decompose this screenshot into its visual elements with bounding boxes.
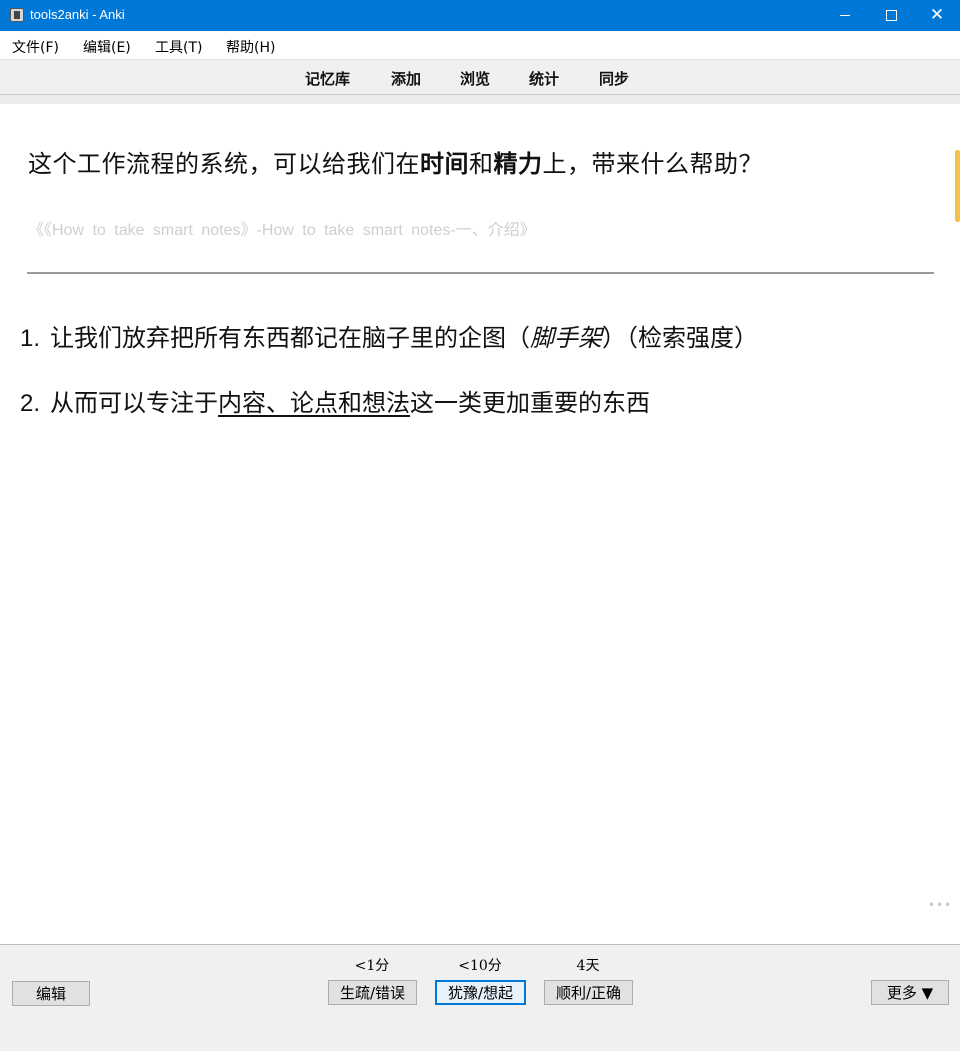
card-question: 这个工作流程的系统，可以给我们在时间和精力上，带来什么帮助？ — [28, 144, 763, 179]
ease-hard-button[interactable]: 犹豫/想起 — [435, 980, 526, 1005]
edit-button[interactable]: 编辑 — [12, 981, 90, 1006]
minimize-icon — [840, 15, 850, 16]
minimize-button[interactable] — [822, 0, 868, 31]
answer-text: 从而可以专注于 — [50, 389, 219, 417]
card-view: 这个工作流程的系统，可以给我们在时间和精力上，带来什么帮助？ 《《How to … — [0, 104, 960, 944]
question-text-2: 和 — [469, 150, 494, 178]
answer-divider — [27, 272, 934, 274]
maximize-button[interactable] — [868, 0, 914, 31]
anki-app-icon — [10, 8, 24, 22]
review-bottom-bar: 编辑 <1分 <10分 4天 生疏/错误 犹豫/想起 顺利/正确 更多 ▼ — [0, 944, 960, 1051]
question-text-3: 上，带来什么帮助？ — [542, 150, 763, 178]
answer-item-2: 2. 从而可以专注于内容、论点和想法这一类更加重要的东西 — [20, 383, 650, 418]
window-title: tools2anki - Anki — [30, 7, 125, 22]
menu-edit[interactable]: 编辑(E) — [83, 37, 131, 57]
ease-good-button[interactable]: 顺利/正确 — [544, 980, 633, 1005]
answer-italic: 脚手架 — [530, 324, 603, 352]
ease-good-time: 4天 — [576, 958, 600, 974]
answer-text: ）（检索强度） — [602, 324, 759, 352]
question-bold-energy: 精力 — [493, 149, 543, 178]
card-source: 《《How to take smart notes》-How to take s… — [28, 222, 536, 239]
question-bold-time: 时间 — [420, 149, 469, 178]
answer-underline: 内容、论点和想法 — [218, 389, 411, 417]
toolbar-sync[interactable]: 同步 — [599, 68, 629, 89]
title-bar: tools2anki - Anki ✕ — [0, 0, 960, 31]
main-toolbar: 记忆库 添加 浏览 统计 同步 — [0, 60, 960, 95]
toolbar-decks[interactable]: 记忆库 — [305, 68, 350, 89]
ease-again-time: <1分 — [354, 958, 390, 974]
answer-number: 2. — [20, 390, 41, 417]
close-icon: ✕ — [929, 5, 945, 25]
toolbar-add[interactable]: 添加 — [391, 68, 421, 89]
answer-item-1: 1. 让我们放弃把所有东西都记在脑子里的企图（脚手架）（检索强度） — [20, 318, 758, 353]
scroll-accent-marker — [955, 150, 960, 222]
more-button[interactable]: 更多 ▼ — [871, 980, 949, 1005]
toolbar-stats[interactable]: 统计 — [529, 68, 559, 89]
maximize-icon — [885, 10, 897, 21]
answer-text: 让我们放弃把所有东西都记在脑子里的企图（ — [50, 324, 531, 352]
answer-text: 这一类更加重要的东西 — [410, 389, 651, 417]
ease-again-button[interactable]: 生疏/错误 — [328, 980, 417, 1005]
toolbar-browse[interactable]: 浏览 — [460, 68, 490, 89]
close-button[interactable]: ✕ — [914, 0, 960, 31]
question-text-1: 这个工作流程的系统，可以给我们在 — [28, 150, 420, 178]
answer-number: 1. — [20, 325, 41, 352]
toolbar-shadow — [0, 95, 960, 104]
menu-tools[interactable]: 工具(T) — [155, 37, 202, 57]
menu-bar: 文件(F) 编辑(E) 工具(T) 帮助(H) — [0, 31, 960, 60]
ease-hard-time: <10分 — [458, 958, 502, 974]
menu-file[interactable]: 文件(F) — [12, 37, 59, 57]
resize-grip-icon[interactable]: ••• — [928, 898, 952, 912]
menu-help[interactable]: 帮助(H) — [226, 37, 275, 57]
